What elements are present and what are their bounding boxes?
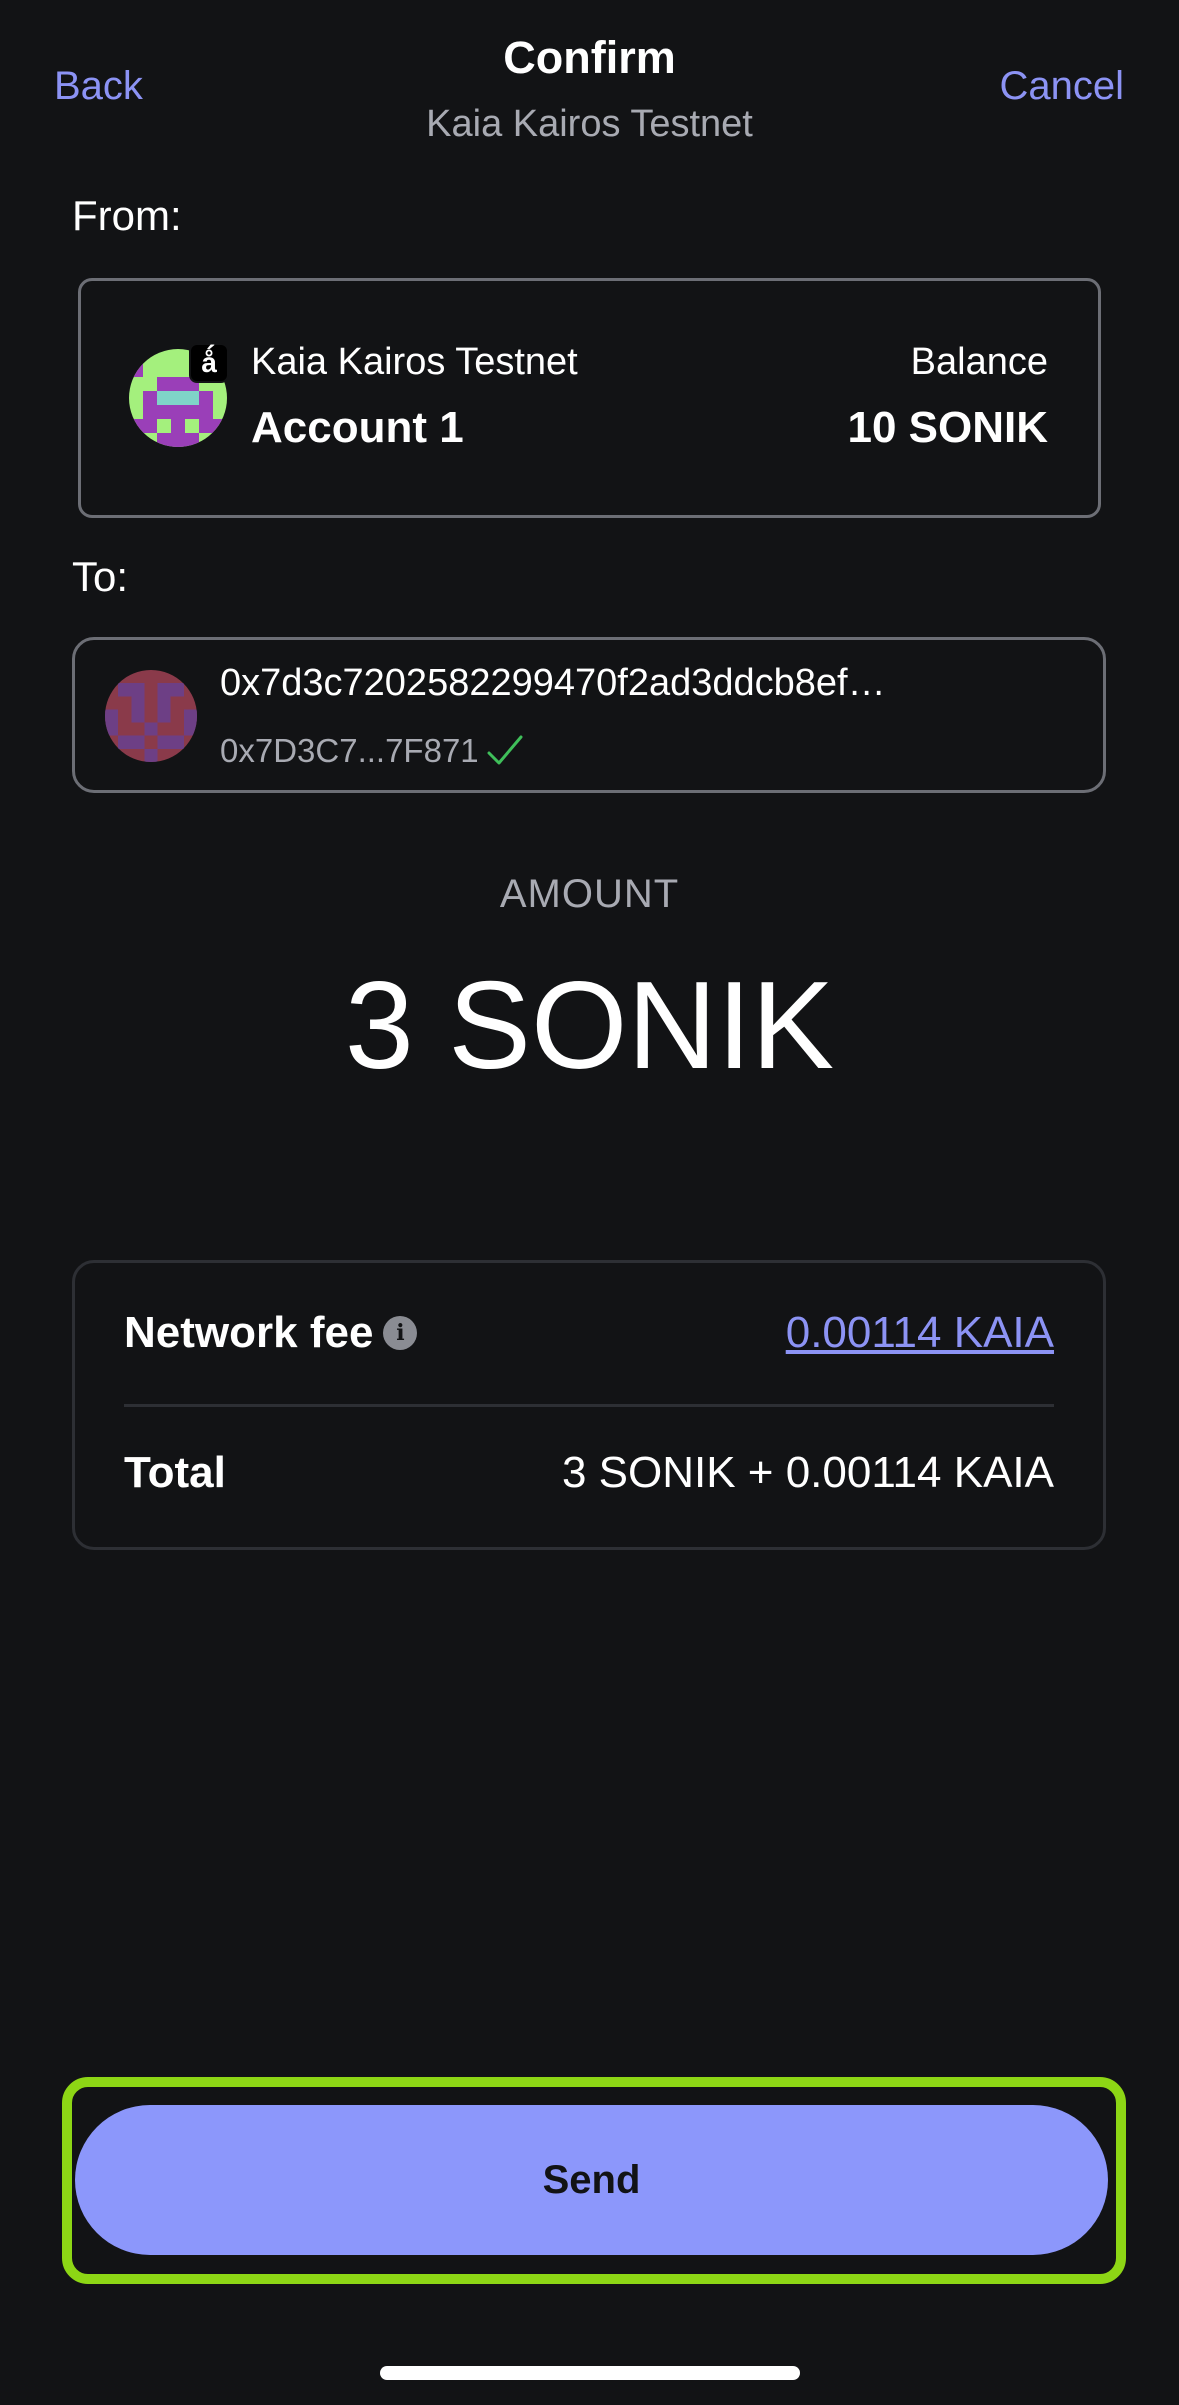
kaia-network-icon: ǻ	[189, 343, 229, 383]
network-fee-value[interactable]: 0.00114 KAIA	[786, 1308, 1054, 1358]
amount-label: AMOUNT	[499, 872, 680, 916]
recipient-address-short: 0x7D3C7...7F871	[220, 732, 479, 769]
to-recipient-card[interactable]: 0x7d3c7202582299470f2ad3ddcb8ef… 0x7D3C7…	[72, 637, 1106, 793]
balance-label: Balance	[910, 341, 1048, 383]
cancel-button[interactable]: Cancel	[999, 64, 1124, 109]
total-row: Total 3 SONIK + 0.00114 KAIA	[124, 1443, 1054, 1503]
network-fee-label-group: Network fee i	[124, 1308, 418, 1358]
total-label: Total	[124, 1448, 226, 1497]
total-value: 3 SONIK + 0.00114 KAIA	[561, 1448, 1054, 1497]
confirm-screen: Back Confirm Kaia Kairos Testnet Cancel …	[0, 0, 1179, 2405]
from-network-name: Kaia Kairos Testnet	[251, 341, 578, 383]
network-fee-row: Network fee i 0.00114 KAIA	[124, 1303, 1054, 1363]
fee-summary-card: Network fee i 0.00114 KAIA Total 3 SONIK…	[72, 1260, 1106, 1550]
from-account-card: ǻ Kaia Kairos Testnet Account 1 Balance …	[78, 278, 1101, 518]
verified-check-icon	[487, 735, 523, 765]
recipient-address-short-row: 0x7D3C7...7F871	[220, 732, 525, 770]
from-label: From:	[72, 192, 182, 239]
recipient-address-full: 0x7d3c7202582299470f2ad3ddcb8ef…	[220, 662, 886, 704]
to-label: To:	[72, 553, 129, 600]
network-subtitle: Kaia Kairos Testnet	[426, 103, 753, 145]
amount-value: 3 SONIK	[344, 957, 835, 1095]
to-avatar	[105, 670, 197, 762]
balance-value: 10 SONIK	[847, 403, 1048, 452]
home-indicator[interactable]	[380, 2366, 800, 2380]
from-account-name: Account 1	[251, 403, 464, 452]
network-badge-glyph: ǻ	[201, 347, 217, 378]
network-fee-label: Network fee	[124, 1308, 374, 1357]
info-icon[interactable]: i	[383, 1316, 418, 1350]
divider	[124, 1404, 1054, 1407]
send-button[interactable]: Send	[75, 2105, 1108, 2255]
